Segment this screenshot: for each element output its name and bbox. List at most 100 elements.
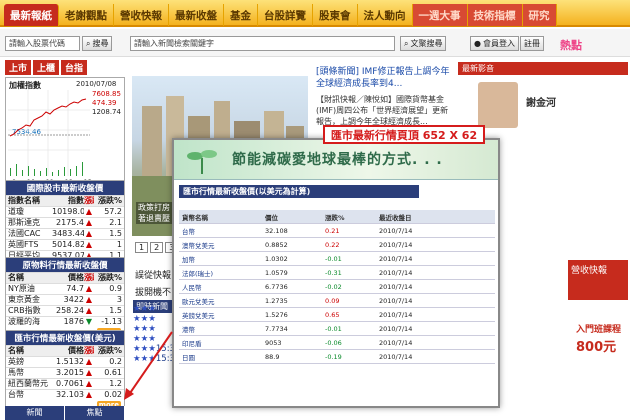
table-row[interactable]: NY原油 74.7 ▲ 0.9 xyxy=(6,283,124,294)
pager-button[interactable]: 2 xyxy=(150,242,164,253)
cell: 32.103 xyxy=(56,390,84,399)
header-cell: 漲跌% xyxy=(325,213,345,222)
cell: 加幣 xyxy=(182,255,195,264)
table-row[interactable]: 法國CAC 3483.44 ▲ 1.5 xyxy=(6,228,124,239)
table-row[interactable]: 台幣 32.103 ▲ 0.02 xyxy=(6,389,124,400)
index-value-2: 474.39 xyxy=(92,99,117,107)
nav-tab-8[interactable]: 一週大事 xyxy=(412,4,468,26)
fx-row[interactable]: 歐元兌美元 1.2735 0.09 2010/7/14 xyxy=(179,294,495,308)
cell: -0.01 xyxy=(325,254,342,263)
nav-tab-5[interactable]: 台股詳覽 xyxy=(258,4,313,26)
commodity-title: 原物料行情最新收盤價 xyxy=(6,258,124,272)
cell: 1876 xyxy=(63,317,84,326)
cell: 258.24 xyxy=(56,306,84,315)
person-avatar[interactable] xyxy=(478,82,518,128)
stock-search-input[interactable]: 請輸入股票代碼 xyxy=(5,36,80,51)
table-row[interactable]: 英鎊 1.5132 ▲ 0.2 xyxy=(6,356,124,367)
header-cell: 漲跌 xyxy=(84,346,94,355)
tab-news[interactable]: 新聞 xyxy=(5,406,65,420)
fx-row[interactable]: 英鎊兌美元 1.5276 0.65 2010/7/14 xyxy=(179,308,495,322)
stock-search-label: 搜尋 xyxy=(92,39,109,48)
promo-box-2[interactable]: 入門班課程 xyxy=(576,322,630,335)
news-search-label: 文聚搜尋 xyxy=(410,39,443,48)
header-cell: 指數 xyxy=(68,196,84,205)
header-cell: 價位 xyxy=(265,213,278,222)
cell: 東京黃金 xyxy=(8,295,40,304)
market-tab-1[interactable]: 上櫃 xyxy=(33,60,60,75)
promo-price[interactable]: 800元 xyxy=(576,336,616,355)
table-row[interactable]: 英國FTS 5014.82 ▲ 1 xyxy=(6,239,124,250)
promo-text[interactable]: 熱點 xyxy=(560,37,582,53)
stock-search-button[interactable]: ⌕ 搜尋 xyxy=(82,36,113,51)
left-column: 上市 上櫃 台指 加權指數 2010/07/08 7608.85 474.39 12… xyxy=(5,60,125,189)
nav-tab-9[interactable]: 技術指標 xyxy=(467,4,523,26)
table-row[interactable]: 馬幣 3.2015 ▲ 0.61 xyxy=(6,367,124,378)
register-button[interactable]: 註冊 xyxy=(520,36,544,51)
callout-arrow xyxy=(124,331,173,400)
nav-tab-6[interactable]: 股東會 xyxy=(313,4,358,26)
table-row[interactable]: 紐西蘭幣元 0.7061 ▲ 1.2 xyxy=(6,378,124,389)
fx-row[interactable]: 澳幣兌美元 0.8852 0.22 2010/7/14 xyxy=(179,238,495,252)
table-row[interactable]: 波羅的海 1876 ▼ -1.13 xyxy=(6,316,124,327)
cell: 3.2015 xyxy=(56,368,84,377)
cell: 日圓 xyxy=(182,353,195,362)
nav-tab-1[interactable]: 老謝觀點 xyxy=(59,4,114,26)
tab-focus[interactable]: 焦點 xyxy=(65,406,125,420)
change-arrow-icon: ▼ xyxy=(85,317,93,326)
pager-button[interactable]: 1 xyxy=(135,242,149,253)
fx-row[interactable]: 法郎(瑞士) 1.0579 -0.31 2010/7/14 xyxy=(179,266,495,280)
cell: 2010/7/14 xyxy=(379,296,413,305)
table-row[interactable]: 那斯達克 2175.4 ▲ 2.1 xyxy=(6,217,124,228)
table-row[interactable]: CRB指數 258.24 ▲ 1.5 xyxy=(6,305,124,316)
cell: -0.19 xyxy=(325,352,342,361)
side-text-1: 誤從快報 xyxy=(135,271,172,281)
cell: 2.1 xyxy=(109,218,122,227)
fx-row[interactable]: 人民幣 6.7736 -0.02 2010/7/14 xyxy=(179,280,495,294)
bottom-tabs: 新聞 焦點 xyxy=(5,406,125,420)
index-chart[interactable]: 加權指數 2010/07/08 7608.85 474.39 1208.74 7… xyxy=(5,77,125,189)
fx-row[interactable]: 加幣 1.0302 -0.01 2010/7/14 xyxy=(179,252,495,266)
news-search-button[interactable]: ⌕ 文聚搜尋 xyxy=(400,36,447,51)
fx-row[interactable]: 日圓 88.9 -0.19 2010/7/14 xyxy=(179,350,495,364)
sprout-icon xyxy=(187,150,217,174)
commodity-box: 原物料行情最新收盤價 名稱價格漲跌漲跌%NY原油74.7▲0.9東京黃金3422… xyxy=(5,257,125,338)
fx-box: 匯市行情最新收盤價(美元) 名稱價格漲跌漲跌%英鎊1.5132▲0.2馬幣3.2… xyxy=(5,330,125,411)
cell: 3 xyxy=(116,295,122,304)
cell: 台幣 xyxy=(182,227,195,236)
nav-tab-3[interactable]: 最新收盤 xyxy=(169,4,224,26)
cell: 3422 xyxy=(63,295,84,304)
table-header: 名稱價格漲跌漲跌% xyxy=(6,345,124,356)
cell: 2010/7/14 xyxy=(379,324,413,333)
table-row[interactable]: 東京黃金 3422 ▲ 3 xyxy=(6,294,124,305)
nav-tab-0[interactable]: 最新報紙 xyxy=(4,4,59,26)
cell: NY原油 xyxy=(8,284,35,293)
fx-row[interactable]: 港幣 7.7734 -0.01 2010/7/14 xyxy=(179,322,495,336)
green-banner[interactable]: 節能減碳愛地球最棒的方式. . . xyxy=(174,140,498,180)
fx-row[interactable]: 台幣 32.108 0.21 2010/7/14 xyxy=(179,224,495,238)
cell: -0.06 xyxy=(325,338,342,347)
market-tab-2[interactable]: 台指 xyxy=(61,60,88,75)
cell: 1.0302 xyxy=(265,254,288,263)
change-arrow-icon: ▲ xyxy=(85,357,93,366)
cell: 0.21 xyxy=(325,226,340,235)
person-name[interactable]: 謝金河 xyxy=(526,94,556,109)
table-row[interactable]: 道瓊 10198.0 ▲ 57.2 xyxy=(6,206,124,217)
cell: 1.5132 xyxy=(56,357,84,366)
nav-tab-2[interactable]: 營收快報 xyxy=(114,4,169,26)
nav-tab-4[interactable]: 基金 xyxy=(224,4,258,26)
promo-box-1[interactable]: 營收快報 xyxy=(568,260,628,300)
cell: 74.7 xyxy=(66,284,84,293)
market-tab-0[interactable]: 上市 xyxy=(5,60,32,75)
market-tabs: 上市 上櫃 台指 xyxy=(5,60,125,75)
fx-row[interactable]: 印尼盾 9053 -0.06 2010/7/14 xyxy=(179,336,495,350)
nav-tab-7[interactable]: 法人動向 xyxy=(358,4,413,26)
cell: 2010/7/14 xyxy=(379,268,413,277)
cell: -0.01 xyxy=(325,324,342,333)
header-cell: 名稱 xyxy=(8,346,24,355)
intl-title: 國際股市最新收盤價 xyxy=(6,181,124,195)
login-button[interactable]: ● 會員登入 xyxy=(470,36,519,51)
headline-link[interactable]: [頭條新聞] IMF修正報告上調今年全球經濟成長率到4... xyxy=(316,66,456,90)
nav-tab-10[interactable]: 研究 xyxy=(522,4,557,26)
news-search-input[interactable]: 請輸入新聞檢索關鍵字 xyxy=(130,36,395,51)
cell: 32.108 xyxy=(265,226,288,235)
